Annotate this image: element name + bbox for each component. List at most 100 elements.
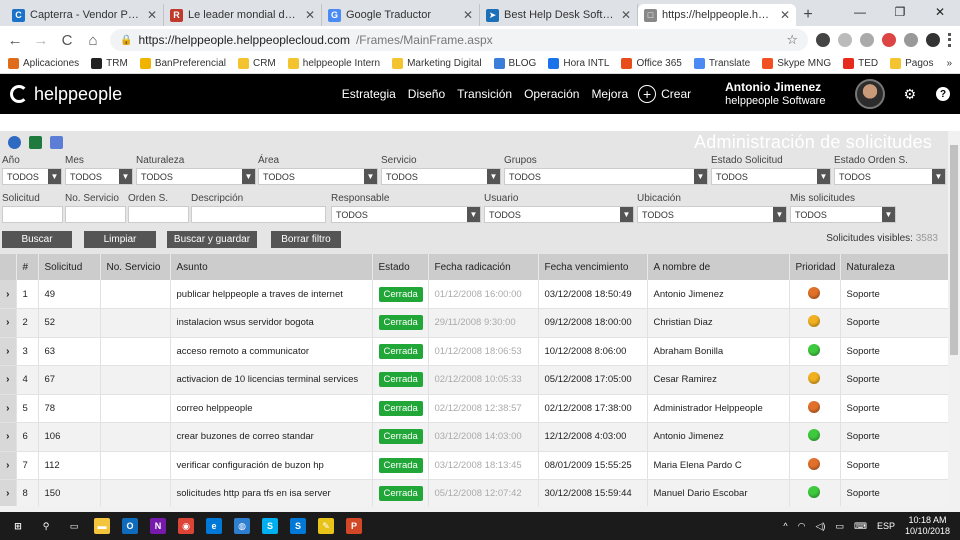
task-view-icon[interactable]: ▭ xyxy=(66,518,82,534)
filter-select[interactable]: TODOS ▼ xyxy=(790,206,896,223)
url-input[interactable]: 🔒 https://helppeople.helppeoplecloud.com… xyxy=(110,29,808,51)
onenote-icon[interactable]: N xyxy=(150,518,166,534)
extension-icon[interactable] xyxy=(860,33,874,47)
table-row[interactable]: › 6 106 crear buzones de correo standar Cerr… xyxy=(0,422,949,452)
language-indicator[interactable]: ESP xyxy=(877,521,895,531)
column-header[interactable]: Naturaleza xyxy=(840,254,949,280)
menu-icon[interactable] xyxy=(948,33,954,47)
network-app-icon[interactable]: ◍ xyxy=(234,518,250,534)
column-header[interactable]: Fecha vencimiento xyxy=(538,254,648,280)
help-icon[interactable]: ? xyxy=(936,87,950,101)
minimize-button[interactable]: — xyxy=(840,0,880,24)
outlook-icon[interactable]: O xyxy=(122,518,138,534)
keyboard-icon[interactable]: ⌨ xyxy=(854,521,867,532)
maximize-button[interactable]: ❐ xyxy=(880,0,920,24)
bookmark-item[interactable]: Skype MNG xyxy=(762,58,831,69)
filter-button-3[interactable]: Borrar filtro xyxy=(271,231,341,248)
column-header[interactable]: Estado xyxy=(372,254,429,280)
skype-icon[interactable]: S xyxy=(262,518,278,534)
user-info[interactable]: Antonio Jimenez helppeople Software xyxy=(725,80,825,108)
browser-tab[interactable]: C Capterra - Vendor Portal - I ✕ xyxy=(6,4,164,26)
reload-icon[interactable]: C xyxy=(58,32,76,49)
back-icon[interactable]: ← xyxy=(6,32,24,49)
filter-select[interactable]: TODOS ▼ xyxy=(258,168,378,185)
windows-start-icon[interactable]: ⊞ xyxy=(10,518,26,534)
column-header[interactable]: No. Servicio xyxy=(100,254,171,280)
expand-row-icon[interactable]: › xyxy=(0,337,17,366)
filter-select[interactable]: TODOS ▼ xyxy=(65,168,133,185)
table-row[interactable]: › 7 112 verificar configuración de buzon hp… xyxy=(0,451,949,480)
chrome-icon[interactable]: ◉ xyxy=(178,518,194,534)
bookmark-item[interactable]: CRM xyxy=(237,58,276,69)
filter-input[interactable] xyxy=(191,206,326,223)
filter-input[interactable] xyxy=(128,206,189,223)
bookmark-item[interactable]: TRM xyxy=(91,58,128,69)
bookmark-item[interactable]: BLOG xyxy=(493,58,536,69)
tab-close-icon[interactable]: ✕ xyxy=(621,8,631,22)
filter-select[interactable]: TODOS ▼ xyxy=(484,206,634,223)
chevron-up-icon[interactable]: ^ xyxy=(783,521,787,531)
bookmark-item[interactable]: Translate xyxy=(693,58,750,69)
sticky-app-icon[interactable]: ✎ xyxy=(318,518,334,534)
filter-button-1[interactable]: Limpiar xyxy=(84,231,156,248)
close-window-button[interactable]: ✕ xyxy=(920,0,960,24)
table-row[interactable]: › 4 67 activacion de 10 licencias terminal … xyxy=(0,365,949,395)
clock[interactable]: 10:18 AM 10/10/2018 xyxy=(905,515,950,537)
browser-tab[interactable]: ➤ Best Help Desk Software | 2 ✕ xyxy=(480,4,638,26)
extension-icon[interactable] xyxy=(838,33,852,47)
nav-item-2[interactable]: Transición xyxy=(457,87,512,101)
extension-icon[interactable] xyxy=(882,33,896,47)
nav-item-4[interactable]: Mejora xyxy=(591,87,628,101)
wifi-icon[interactable]: ◠ xyxy=(798,521,806,532)
table-row[interactable]: › 3 63 acceso remoto a communicator Cerrada 0… xyxy=(0,337,949,366)
filter-select[interactable]: TODOS ▼ xyxy=(711,168,831,185)
expand-row-icon[interactable]: › xyxy=(0,422,17,452)
filter-input[interactable] xyxy=(2,206,63,223)
column-header[interactable]: Fecha radicación xyxy=(428,254,539,280)
filter-select[interactable]: TODOS ▼ xyxy=(381,168,501,185)
volume-icon[interactable]: ◁) xyxy=(816,521,826,532)
file-explorer-icon[interactable]: ▬ xyxy=(94,518,110,534)
bookmark-item[interactable]: BanPreferencial xyxy=(139,58,226,69)
tab-close-icon[interactable]: ✕ xyxy=(463,8,473,22)
profile-avatar-icon[interactable] xyxy=(926,33,940,47)
bookmarks-more-icon[interactable]: » xyxy=(946,58,952,69)
excel-icon[interactable] xyxy=(29,135,42,149)
message-icon[interactable]: ▭ xyxy=(835,521,844,532)
extension-icon[interactable] xyxy=(904,33,918,47)
expand-row-icon[interactable]: › xyxy=(0,479,17,509)
column-header[interactable]: A nombre de xyxy=(647,254,790,280)
column-header[interactable]: Asunto xyxy=(170,254,373,280)
browser-tab[interactable]: □ https://helppeople.helppeo ✕ xyxy=(638,4,796,26)
bookmark-item[interactable]: Aplicaciones xyxy=(8,58,79,69)
tab-close-icon[interactable]: ✕ xyxy=(147,8,157,22)
bookmark-item[interactable]: Marketing Digital xyxy=(392,58,482,69)
new-tab-button[interactable]: + xyxy=(796,4,820,26)
column-header[interactable]: Solicitud xyxy=(38,254,101,280)
browser-tab[interactable]: G Google Traductor ✕ xyxy=(322,4,480,26)
avatar[interactable] xyxy=(855,79,886,109)
filter-select[interactable]: TODOS ▼ xyxy=(834,168,946,185)
crear-button[interactable]: + Crear xyxy=(638,85,691,103)
vertical-scrollbar[interactable] xyxy=(948,131,960,512)
nav-item-3[interactable]: Operación xyxy=(524,87,579,101)
filter-select[interactable]: TODOS ▼ xyxy=(504,168,708,185)
filter-select[interactable]: TODOS ▼ xyxy=(331,206,481,223)
expand-row-icon[interactable]: › xyxy=(0,280,17,309)
bookmark-item[interactable]: TED xyxy=(843,58,878,69)
nav-item-0[interactable]: Estrategia xyxy=(342,87,396,101)
search-icon[interactable]: ⚲ xyxy=(38,518,54,534)
tab-close-icon[interactable]: ✕ xyxy=(305,8,315,22)
table-row[interactable]: › 5 78 correo helppeople Cerrada 02/12/2008 1… xyxy=(0,394,949,423)
table-row[interactable]: › 2 52 instalacion wsus servidor bogota Cerr… xyxy=(0,308,949,338)
filter-select[interactable]: TODOS ▼ xyxy=(2,168,62,185)
bookmark-item[interactable]: Pagos xyxy=(890,58,933,69)
browser-tab[interactable]: R Le leader mondial des soluti ✕ xyxy=(164,4,322,26)
expand-row-icon[interactable]: › xyxy=(0,394,17,423)
column-header[interactable]: Prioridad xyxy=(789,254,841,280)
table-row[interactable]: › 8 150 solicitudes http para tfs en isa se… xyxy=(0,479,949,509)
nav-item-1[interactable]: Diseño xyxy=(408,87,445,101)
bookmark-item[interactable]: Office 365 xyxy=(621,58,682,69)
bookmark-star-icon[interactable]: ☆ xyxy=(786,32,798,48)
tab-close-icon[interactable]: ✕ xyxy=(780,8,790,22)
